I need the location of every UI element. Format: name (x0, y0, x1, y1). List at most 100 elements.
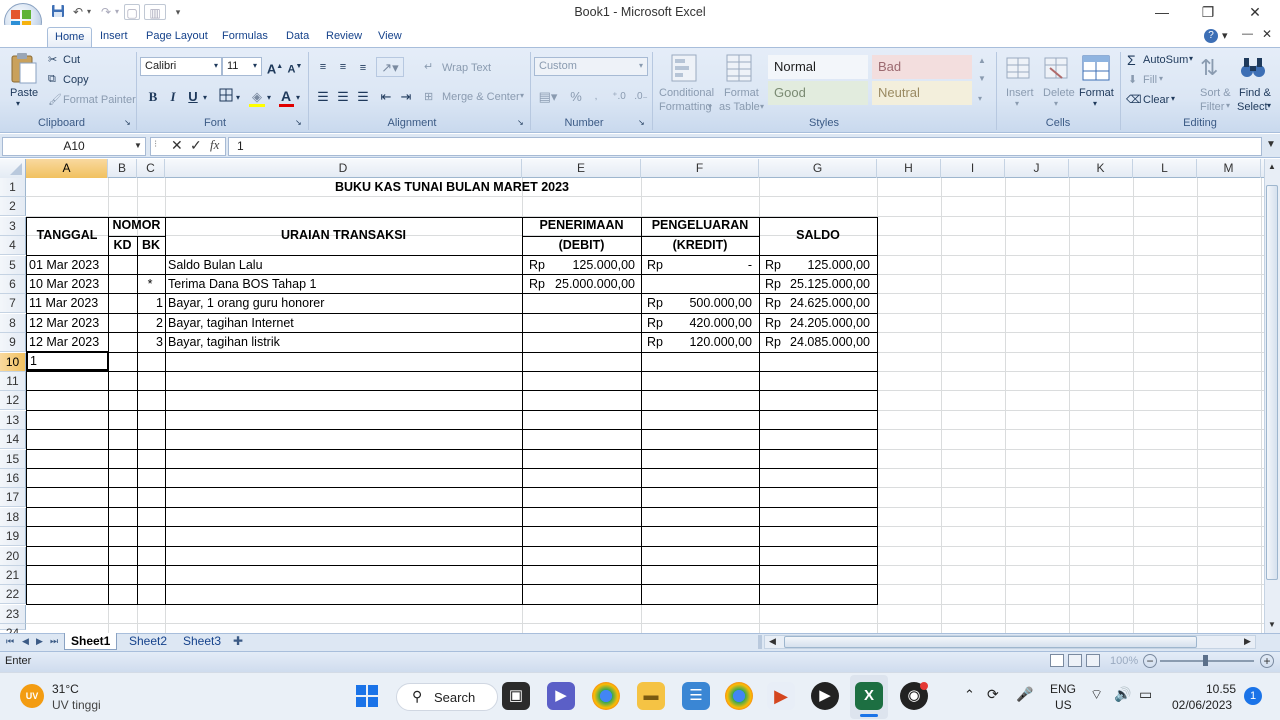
sheet-tab-sheet2[interactable]: Sheet2 (123, 633, 173, 650)
tab-formulas[interactable]: Formulas (215, 27, 275, 47)
battery-icon[interactable]: ▭ (1139, 686, 1152, 703)
row-header-20[interactable]: 20 (0, 546, 26, 566)
cell-tanggal[interactable]: 01 Mar 2023 (29, 256, 99, 275)
notepad-icon[interactable]: ☰ (682, 682, 710, 710)
scroll-right-icon[interactable]: ▶ (1244, 636, 1251, 647)
paste-button[interactable]: Paste (10, 87, 38, 99)
header-saldo[interactable]: SALDO (759, 226, 877, 245)
cell-uraian[interactable]: Bayar, tagihan Internet (168, 314, 294, 333)
font-name-select[interactable]: Calibri (140, 57, 222, 76)
cell-uraian[interactable]: Terima Dana BOS Tahap 1 (168, 275, 316, 294)
cell-kredit[interactable]: 120.000,00 (641, 333, 752, 352)
name-box[interactable]: A10 (2, 137, 146, 156)
sort-filter-dropdown-icon[interactable]: ▾ (1226, 101, 1230, 110)
conditional-dropdown-icon[interactable]: ▾ (708, 102, 712, 111)
format-as-table-icon[interactable] (725, 53, 755, 85)
paste-icon[interactable] (8, 52, 38, 86)
column-header-i[interactable]: I (941, 159, 1005, 178)
row-header-22[interactable]: 22 (0, 585, 26, 605)
row-header-10[interactable]: 10 (0, 352, 26, 372)
chrome-profile-icon[interactable] (725, 682, 753, 710)
header-penerimaan[interactable]: PENERIMAAN (522, 216, 641, 235)
find-select-button[interactable]: Find & (1239, 87, 1271, 99)
tab-page-layout[interactable]: Page Layout (139, 27, 215, 47)
format-cells-icon[interactable] (1080, 53, 1112, 85)
sheet-tab-sheet3[interactable]: Sheet3 (177, 633, 227, 650)
cell-tanggal[interactable]: 10 Mar 2023 (29, 275, 99, 294)
percent-style-icon[interactable]: % (566, 87, 586, 107)
row-header-17[interactable]: 17 (0, 488, 26, 508)
fill-color-dropdown-icon[interactable]: ▾ (267, 93, 271, 102)
shrink-font-icon[interactable]: A▼ (285, 57, 305, 77)
sort-filter-icon[interactable]: ⇅ (1200, 55, 1218, 81)
font-size-dropdown-icon[interactable]: ▾ (253, 61, 257, 70)
header-pengeluaran[interactable]: PENGELUARAN (641, 216, 759, 235)
cell-kredit[interactable]: 500.000,00 (641, 294, 752, 313)
header-kredit[interactable]: (KREDIT) (641, 236, 759, 255)
format-painter-icon[interactable]: 🖌 (48, 93, 62, 106)
style-normal[interactable]: Normal (768, 55, 868, 79)
row-header-3[interactable]: 3 (0, 216, 26, 236)
number-launcher-icon[interactable]: ↘ (638, 118, 645, 127)
weather-temp[interactable]: 31°C (52, 682, 79, 696)
last-sheet-icon[interactable]: ⏭ (50, 636, 58, 647)
column-header-d[interactable]: D (165, 159, 522, 178)
header-kd[interactable]: KD (108, 236, 137, 255)
align-left-icon[interactable]: ☰ (313, 87, 333, 107)
zoom-slider-thumb[interactable] (1203, 655, 1208, 666)
clipboard-launcher-icon[interactable]: ↘ (124, 118, 131, 127)
find-select-icon[interactable] (1238, 54, 1268, 84)
workbook-minimize-icon[interactable]: — (1242, 28, 1253, 40)
cell-uraian[interactable]: Saldo Bulan Lalu (168, 256, 263, 275)
accounting-format-icon[interactable]: ▤▾ (536, 87, 560, 107)
cut-icon[interactable]: ✂ (48, 53, 57, 66)
autosum-button[interactable]: AutoSum (1143, 54, 1188, 66)
confirm-entry-icon[interactable]: ✓ (190, 137, 202, 154)
row-header-4[interactable]: 4 (0, 236, 26, 256)
file-explorer-icon[interactable]: ▬ (637, 682, 665, 710)
row-header-8[interactable]: 8 (0, 313, 26, 333)
row-header-18[interactable]: 18 (0, 507, 26, 527)
teams-icon[interactable]: ▶ (547, 682, 575, 710)
horizontal-scroll-thumb[interactable] (784, 636, 1197, 648)
column-header-b[interactable]: B (108, 159, 137, 178)
next-sheet-icon[interactable]: ▶ (36, 636, 43, 647)
language-indicator[interactable]: ENG (1050, 682, 1076, 696)
zoom-level[interactable]: 100% (1110, 655, 1138, 667)
scroll-down-icon[interactable]: ▼ (1268, 620, 1276, 629)
delete-dropdown-icon[interactable]: ▾ (1054, 99, 1058, 108)
scroll-left-icon[interactable]: ◀ (769, 636, 776, 647)
merge-center-icon[interactable]: ⊞ (424, 90, 433, 103)
column-header-e[interactable]: E (522, 159, 641, 178)
clock-time[interactable]: 10.55 (1206, 682, 1236, 696)
column-header-c[interactable]: C (137, 159, 165, 178)
cut-button[interactable]: Cut (63, 54, 80, 66)
column-header-k[interactable]: K (1069, 159, 1133, 178)
header-bk[interactable]: BK (137, 236, 165, 255)
column-header-m[interactable]: M (1197, 159, 1261, 178)
cell-tanggal[interactable]: 11 Mar 2023 (29, 294, 98, 313)
page-break-view-icon[interactable] (1086, 654, 1100, 667)
row-header-24[interactable]: 24 (0, 624, 26, 640)
wifi-icon[interactable]: ⌔ (1090, 686, 1103, 704)
header-debit[interactable]: (DEBIT) (522, 236, 641, 255)
cell-debit[interactable]: 25.000.000,00 (522, 275, 635, 294)
wrap-text-button[interactable]: Wrap Text (442, 62, 491, 74)
tab-insert[interactable]: Insert (93, 27, 135, 47)
delete-cells-icon[interactable] (1042, 54, 1072, 84)
bold-button[interactable]: B (143, 87, 163, 107)
expand-formula-bar-icon[interactable]: ▼ (1266, 139, 1276, 150)
align-bottom-icon[interactable]: ≡ (353, 58, 373, 78)
select-all-button[interactable] (0, 159, 26, 178)
sheet-title[interactable]: BUKU KAS TUNAI BULAN MARET 2023 (165, 178, 739, 197)
alignment-launcher-icon[interactable]: ↘ (517, 118, 524, 127)
cell-bk[interactable]: 2 (137, 314, 163, 333)
copy-button[interactable]: Copy (63, 74, 89, 86)
header-uraian[interactable]: URAIAN TRANSAKSI (165, 226, 522, 245)
task-view-icon[interactable]: ▣ (502, 682, 530, 710)
font-name-dropdown-icon[interactable]: ▾ (214, 61, 218, 70)
name-box-dropdown-icon[interactable]: ▼ (134, 141, 142, 150)
copy-icon[interactable]: ⧉ (48, 73, 56, 86)
clear-dropdown-icon[interactable]: ▾ (1171, 94, 1175, 103)
workbook-close-icon[interactable]: ✕ (1262, 27, 1272, 41)
